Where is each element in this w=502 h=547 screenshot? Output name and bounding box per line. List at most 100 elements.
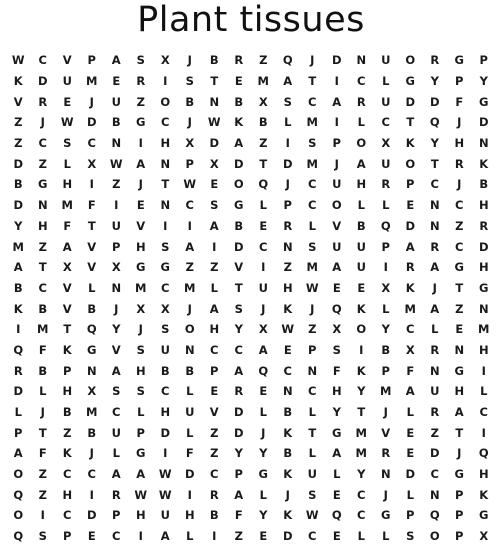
grid-letter[interactable]: J [300,298,325,319]
grid-letter[interactable]: O [398,153,423,174]
grid-letter[interactable]: W [6,50,31,71]
grid-letter[interactable]: G [447,360,472,381]
grid-letter[interactable]: K [472,484,497,505]
grid-letter[interactable]: Z [104,174,129,195]
grid-letter[interactable]: Q [276,50,301,71]
grid-letter[interactable]: H [447,133,472,154]
grid-letter[interactable]: T [31,257,56,278]
grid-letter[interactable]: G [129,443,154,464]
grid-letter[interactable]: G [129,257,154,278]
grid-letter[interactable]: A [153,526,178,547]
grid-letter[interactable]: Q [423,112,448,133]
grid-letter[interactable]: A [104,50,129,71]
grid-letter[interactable]: B [202,50,227,71]
grid-letter[interactable]: L [6,402,31,423]
grid-letter[interactable]: R [398,257,423,278]
grid-letter[interactable]: Z [31,236,56,257]
grid-letter[interactable]: E [80,526,105,547]
grid-letter[interactable]: V [374,422,399,443]
grid-letter[interactable]: J [251,422,276,443]
grid-letter[interactable]: W [178,174,203,195]
grid-letter[interactable]: M [300,112,325,133]
grid-letter[interactable]: A [227,484,252,505]
grid-letter[interactable]: U [423,381,448,402]
grid-letter[interactable]: O [349,133,374,154]
grid-letter[interactable]: V [55,298,80,319]
grid-letter[interactable]: N [349,50,374,71]
grid-letter[interactable]: Q [251,360,276,381]
grid-letter[interactable]: U [104,216,129,237]
grid-letter[interactable]: S [227,298,252,319]
grid-letter[interactable]: Y [251,505,276,526]
grid-letter[interactable]: E [227,71,252,92]
grid-letter[interactable]: S [202,195,227,216]
grid-letter[interactable]: Z [276,257,301,278]
grid-letter[interactable]: X [374,278,399,299]
grid-letter[interactable]: R [202,484,227,505]
grid-letter[interactable]: X [178,133,203,154]
grid-letter[interactable]: P [398,174,423,195]
grid-letter[interactable]: Y [6,216,31,237]
grid-letter[interactable]: U [374,153,399,174]
grid-letter[interactable]: T [349,402,374,423]
grid-letter[interactable]: X [129,298,154,319]
grid-letter[interactable]: Q [6,484,31,505]
grid-letter[interactable]: M [251,71,276,92]
grid-letter[interactable]: L [349,195,374,216]
grid-letter[interactable]: N [423,216,448,237]
grid-letter[interactable]: L [251,402,276,423]
grid-letter[interactable]: X [472,526,497,547]
grid-letter[interactable]: K [276,298,301,319]
grid-letter[interactable]: L [251,484,276,505]
grid-letter[interactable]: P [447,484,472,505]
grid-letter[interactable]: J [447,443,472,464]
grid-letter[interactable]: A [129,153,154,174]
grid-letter[interactable]: F [80,195,105,216]
grid-letter[interactable]: H [325,381,350,402]
grid-letter[interactable]: Z [251,50,276,71]
grid-letter[interactable]: Q [6,340,31,361]
grid-letter[interactable]: G [31,174,56,195]
grid-letter[interactable]: E [251,381,276,402]
grid-letter[interactable]: E [104,71,129,92]
grid-letter[interactable]: X [325,319,350,340]
grid-letter[interactable]: V [80,257,105,278]
grid-letter[interactable]: K [55,340,80,361]
grid-letter[interactable]: G [80,340,105,361]
grid-letter[interactable]: T [202,71,227,92]
grid-letter[interactable]: K [276,422,301,443]
grid-letter[interactable]: C [300,195,325,216]
grid-letter[interactable]: O [6,505,31,526]
grid-letter[interactable]: W [276,319,301,340]
grid-letter[interactable]: C [153,112,178,133]
grid-letter[interactable]: I [178,216,203,237]
grid-letter[interactable]: V [6,91,31,112]
grid-letter[interactable]: A [129,464,154,485]
grid-letter[interactable]: A [447,402,472,423]
grid-letter[interactable]: S [300,236,325,257]
grid-letter[interactable]: D [6,195,31,216]
grid-letter[interactable]: G [153,257,178,278]
grid-letter[interactable]: D [276,153,301,174]
grid-letter[interactable]: D [227,422,252,443]
grid-letter[interactable]: Z [251,133,276,154]
grid-letter[interactable]: P [398,505,423,526]
grid-letter[interactable]: Z [55,422,80,443]
grid-letter[interactable]: X [80,153,105,174]
grid-letter[interactable]: N [300,360,325,381]
grid-letter[interactable]: D [153,422,178,443]
grid-letter[interactable]: Z [447,216,472,237]
grid-letter[interactable]: W [153,464,178,485]
grid-letter[interactable]: P [447,526,472,547]
grid-letter[interactable]: E [325,484,350,505]
grid-letter[interactable]: F [325,360,350,381]
grid-letter[interactable]: J [178,298,203,319]
grid-letter[interactable]: R [104,484,129,505]
grid-letter[interactable]: Z [227,526,252,547]
grid-letter[interactable]: A [325,443,350,464]
grid-letter[interactable]: S [276,91,301,112]
grid-letter[interactable]: Z [202,257,227,278]
grid-letter[interactable]: C [276,360,301,381]
grid-letter[interactable]: H [276,278,301,299]
grid-letter[interactable]: C [374,112,399,133]
